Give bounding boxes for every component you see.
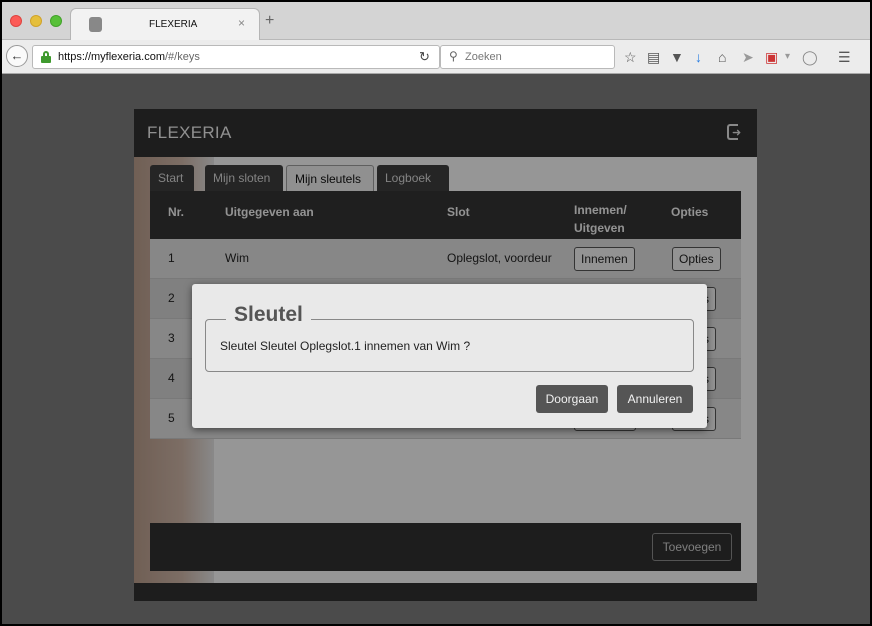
continue-button[interactable]: Doorgaan — [536, 385, 608, 413]
browser-window: FLEXERIA × + ← https://myflexeria.com/#/… — [2, 2, 870, 624]
new-tab-button[interactable]: + — [265, 12, 274, 30]
extension-icon[interactable]: ▣ — [765, 49, 778, 65]
share-icon[interactable]: ➤ — [742, 49, 754, 65]
search-icon: ⚲ — [449, 49, 458, 63]
chat-icon[interactable]: ◯ — [802, 49, 818, 65]
favicon-icon — [89, 17, 102, 32]
confirm-dialog: Sleutel Sleutel Sleutel Oplegslot.1 inne… — [192, 284, 707, 428]
browser-navbar: ← https://myflexeria.com/#/keys ↻ ⚲ Zoek… — [2, 40, 870, 74]
download-icon[interactable]: ↓ — [695, 49, 702, 65]
bookmark-star-icon[interactable]: ☆ — [624, 49, 637, 65]
address-bar[interactable]: https://myflexeria.com/#/keys ↻ — [32, 45, 440, 69]
url-domain: https://myflexeria.com — [58, 51, 165, 63]
extension-dropdown-icon[interactable]: ▾ — [785, 49, 790, 65]
close-window-button[interactable] — [10, 15, 22, 27]
hamburger-menu-icon[interactable]: ☰ — [838, 49, 851, 65]
cancel-button[interactable]: Annuleren — [617, 385, 693, 413]
maximize-window-button[interactable] — [50, 15, 62, 27]
dialog-message: Sleutel Sleutel Oplegslot.1 innemen van … — [220, 339, 471, 353]
minimize-window-button[interactable] — [30, 15, 42, 27]
url-text: https://myflexeria.com/#/keys — [58, 51, 200, 63]
pocket-icon[interactable]: ▼ — [670, 49, 684, 65]
home-icon[interactable]: ⌂ — [718, 49, 726, 65]
url-path: /#/keys — [164, 51, 200, 63]
search-placeholder: Zoeken — [465, 51, 502, 63]
reading-list-icon[interactable]: ▤ — [647, 49, 660, 65]
search-bar[interactable]: ⚲ Zoeken — [440, 45, 615, 69]
browser-tab[interactable]: FLEXERIA × — [70, 8, 260, 40]
dialog-title: Sleutel — [226, 303, 311, 327]
lock-icon — [41, 51, 51, 63]
tab-title: FLEXERIA — [149, 19, 198, 30]
browser-tabbar: FLEXERIA × + — [2, 2, 870, 40]
back-button[interactable]: ← — [6, 45, 28, 67]
tab-close-icon[interactable]: × — [238, 16, 245, 30]
reload-icon[interactable]: ↻ — [419, 49, 430, 65]
